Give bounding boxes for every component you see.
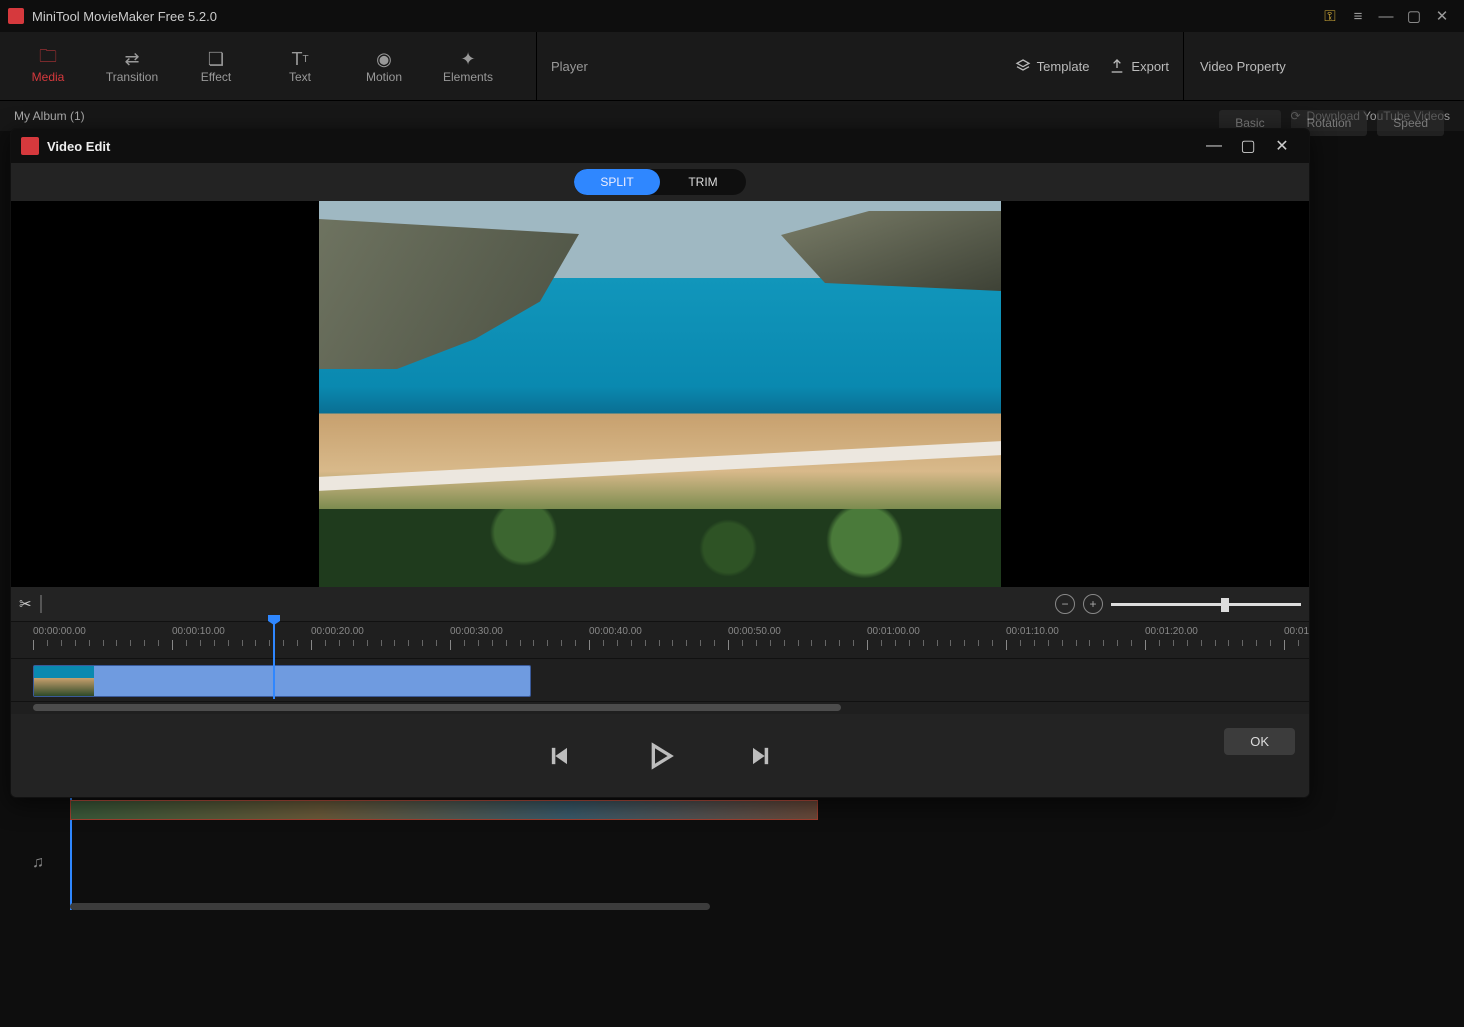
swap-icon: ⇄ <box>124 48 139 70</box>
music-note-icon: ♫ <box>32 854 44 872</box>
player-panel-header: Player Template Export <box>537 32 1184 100</box>
ruler-label: 00:01:00.00 <box>867 626 920 637</box>
tab-label: Effect <box>201 70 231 84</box>
template-label: Template <box>1037 59 1090 74</box>
sparkle-icon: ✦ <box>460 48 475 70</box>
tab-label: Elements <box>443 70 493 84</box>
ruler-label: 00:00:20.00 <box>311 626 364 637</box>
tab-motion[interactable]: ◉ Motion <box>342 40 426 92</box>
preview-area <box>11 201 1309 587</box>
ruler-label: 00:00:50.00 <box>728 626 781 637</box>
ruler-label: 00:01 <box>1284 626 1309 637</box>
minimize-button[interactable]: — <box>1372 8 1400 25</box>
mode-pill: SPLIT TRIM <box>574 169 746 195</box>
zoom-out-button[interactable]: − <box>1055 594 1075 614</box>
main-video-clip[interactable] <box>70 800 818 820</box>
video-clip[interactable] <box>33 665 531 697</box>
tab-transition[interactable]: ⇄ Transition <box>90 40 174 92</box>
dialog-maximize-button[interactable]: ▢ <box>1231 136 1265 156</box>
tab-label: Text <box>289 70 311 84</box>
ruler-label: 00:00:30.00 <box>450 626 503 637</box>
zoom-in-button[interactable]: + <box>1083 594 1103 614</box>
upload-icon <box>1109 58 1125 74</box>
dialog-minimize-button[interactable]: — <box>1197 137 1231 155</box>
zoom-slider-thumb[interactable] <box>1221 598 1229 612</box>
tab-label: Motion <box>366 70 402 84</box>
tab-trim[interactable]: TRIM <box>660 169 746 195</box>
ruler-label: 00:01:20.00 <box>1145 626 1198 637</box>
playhead[interactable] <box>273 621 275 699</box>
main-titlebar: MiniTool MovieMaker Free 5.2.0 ⚿ ≡ — ▢ ✕ <box>0 0 1464 32</box>
playback-controls: OK <box>11 714 1309 797</box>
video-frame <box>319 201 1001 587</box>
app-title: MiniTool MovieMaker Free 5.2.0 <box>32 9 1316 24</box>
tab-text[interactable]: TT Text <box>258 40 342 92</box>
export-label: Export <box>1131 59 1169 74</box>
time-ruler[interactable]: 00:00:00.00 00:00:10.00 00:00:20.00 00:00:3… <box>11 621 1309 658</box>
text-icon: TT <box>291 48 308 70</box>
layers-icon: ❏ <box>208 48 224 70</box>
ruler-label: 00:00:00.00 <box>33 626 86 637</box>
export-button[interactable]: Export <box>1109 58 1169 74</box>
dialog-logo-icon <box>21 137 39 155</box>
tab-label: Transition <box>106 70 158 84</box>
dialog-close-button[interactable]: ✕ <box>1265 136 1299 156</box>
step-forward-button[interactable] <box>746 742 774 770</box>
ok-button[interactable]: OK <box>1224 728 1295 755</box>
menu-icon[interactable]: ≡ <box>1344 8 1372 25</box>
tab-label: Media <box>32 70 65 84</box>
prop-tab-speed[interactable]: Speed <box>1377 110 1444 136</box>
timeline-wrap: 00:00:00.00 00:00:10.00 00:00:20.00 00:00:3… <box>11 621 1309 702</box>
zoom-controls: − + <box>1055 594 1301 614</box>
video-edit-dialog: Video Edit — ▢ ✕ SPLIT TRIM ✂ − + <box>10 128 1310 798</box>
timeline-scroll-area <box>11 702 1309 714</box>
app-logo-icon <box>8 8 24 24</box>
tab-split[interactable]: SPLIT <box>574 169 660 195</box>
scissors-icon[interactable]: ✂ <box>19 595 32 613</box>
main-timeline: ♫ <box>10 800 1454 910</box>
split-trim-tabs: SPLIT TRIM <box>11 163 1309 201</box>
timeline-toolbar: ✂ − + <box>11 587 1309 621</box>
close-button[interactable]: ✕ <box>1428 7 1456 25</box>
dialog-title: Video Edit <box>47 139 1197 154</box>
player-label: Player <box>551 59 995 74</box>
timeline-scrollbar[interactable] <box>33 704 841 711</box>
video-property-label: Video Property <box>1200 59 1286 74</box>
main-timeline-scrollbar[interactable] <box>70 903 710 910</box>
split-cursor-icon <box>40 595 42 613</box>
ruler-label: 00:01:10.00 <box>1006 626 1059 637</box>
maximize-button[interactable]: ▢ <box>1400 7 1428 25</box>
dialog-titlebar: Video Edit — ▢ ✕ <box>11 129 1309 163</box>
tab-elements[interactable]: ✦ Elements <box>426 40 510 92</box>
ruler-label: 00:00:40.00 <box>589 626 642 637</box>
clip-track[interactable] <box>11 658 1309 702</box>
key-icon[interactable]: ⚿ <box>1316 8 1344 25</box>
play-button[interactable] <box>644 740 676 772</box>
album-label: My Album (1) <box>14 109 85 123</box>
template-button[interactable]: Template <box>1015 58 1090 74</box>
step-back-button[interactable] <box>546 742 574 770</box>
tab-effect[interactable]: ❏ Effect <box>174 40 258 92</box>
motion-icon: ◉ <box>376 48 392 70</box>
folder-icon: 🗀 <box>39 48 57 70</box>
ruler-label: 00:00:10.00 <box>172 626 225 637</box>
zoom-slider[interactable] <box>1111 603 1301 606</box>
stack-icon <box>1015 58 1031 74</box>
tab-media[interactable]: 🗀 Media <box>6 40 90 92</box>
tool-tabs-left: 🗀 Media ⇄ Transition ❏ Effect TT Text ◉ … <box>0 32 537 100</box>
video-property-header: Video Property <box>1184 32 1464 100</box>
clip-thumbnail <box>34 666 94 696</box>
main-toolbar: 🗀 Media ⇄ Transition ❏ Effect TT Text ◉ … <box>0 32 1464 101</box>
